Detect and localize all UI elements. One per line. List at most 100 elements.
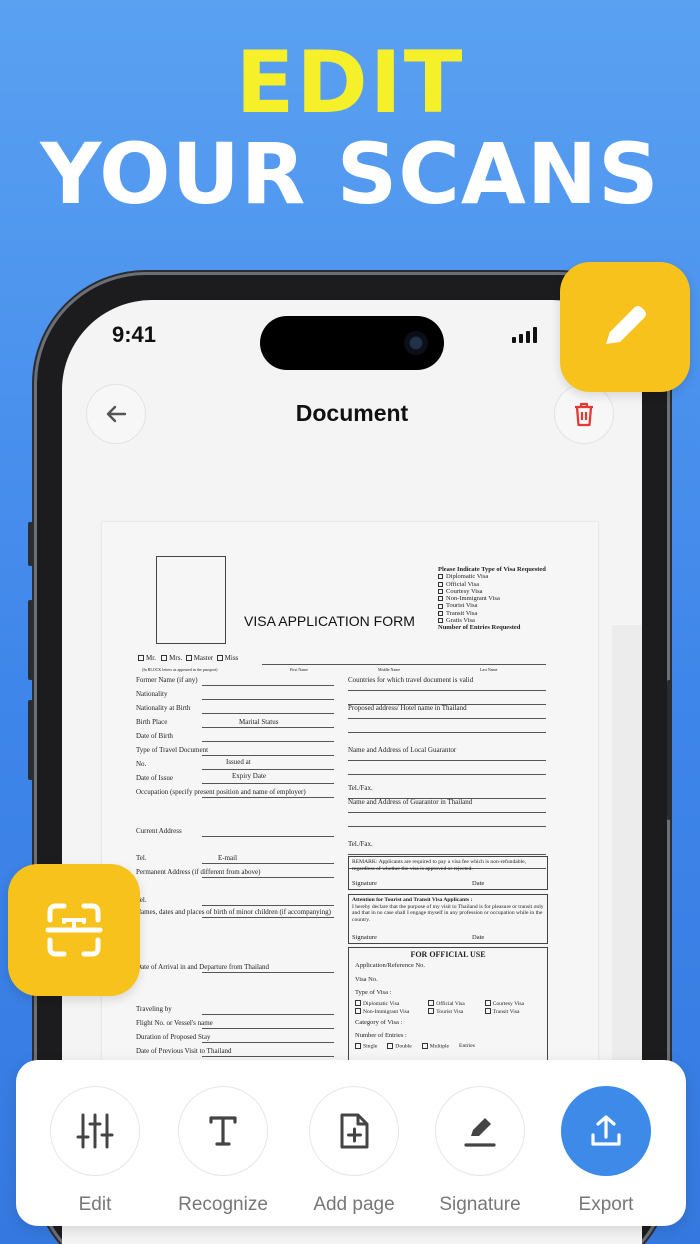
form-field-label: Date of Issue bbox=[136, 774, 173, 782]
text-icon bbox=[209, 1116, 237, 1146]
visa-type-item: Courtesy Visa bbox=[438, 588, 546, 595]
trash-icon bbox=[575, 402, 593, 427]
official-type: Tourist Visa bbox=[428, 1008, 484, 1016]
signature-button[interactable]: Signature bbox=[425, 1086, 535, 1216]
scanned-document[interactable]: VISA APPLICATION FORM Please Indicate Ty… bbox=[102, 522, 598, 1082]
visa-type-item: Tourist Visa bbox=[438, 602, 546, 609]
official-title: FOR OFFICIAL USE bbox=[410, 950, 486, 959]
official-field: Application/Reference No. bbox=[355, 962, 426, 969]
signal-icon bbox=[512, 327, 537, 343]
date-label: Date bbox=[472, 880, 485, 887]
marital-status-label: Marital Status bbox=[239, 718, 279, 726]
photo-box bbox=[156, 556, 226, 644]
visa-type-item: Non-Immigrant Visa bbox=[438, 595, 546, 602]
attention-title: Attention for Tourist and Transit Visa A… bbox=[352, 897, 473, 903]
attention-box: Attention for Tourist and Transit Visa A… bbox=[348, 894, 548, 944]
form-field-label: Date of Previous Visit to Thailand bbox=[136, 1047, 232, 1055]
edit-badge[interactable] bbox=[560, 262, 690, 392]
delete-button[interactable] bbox=[554, 384, 614, 444]
official-type: Non-Immigrant Visa bbox=[355, 1008, 428, 1016]
form-field-line bbox=[202, 685, 334, 686]
form-field-line bbox=[202, 769, 334, 770]
official-category: Category of Visa : bbox=[355, 1018, 403, 1026]
form-field-label: Birth Place bbox=[136, 718, 168, 726]
form-field-line bbox=[202, 699, 334, 700]
form-field-line bbox=[202, 741, 334, 742]
form-field-line bbox=[202, 755, 334, 756]
export-button[interactable]: Export bbox=[551, 1086, 661, 1216]
entry-option: Multiple bbox=[421, 1042, 449, 1049]
official-field: Visa No. bbox=[355, 975, 378, 983]
form-field-label: Traveling by bbox=[136, 1005, 172, 1013]
email-label: E-mail bbox=[218, 854, 238, 862]
recognize-button[interactable]: Recognize bbox=[168, 1086, 278, 1216]
signature-pen-icon bbox=[464, 1118, 496, 1147]
date-label: Date bbox=[472, 934, 485, 941]
visa-type-item: Official Visa bbox=[438, 581, 546, 588]
dynamic-island bbox=[260, 316, 444, 370]
edit-button[interactable]: Edit bbox=[40, 1086, 150, 1216]
form-field-label: Name and Address of Local Guarantor bbox=[348, 746, 457, 754]
sliders-icon bbox=[76, 1113, 114, 1149]
official-type: Diplomatic Visa bbox=[355, 1000, 428, 1008]
edit-button-circle[interactable] bbox=[50, 1086, 140, 1176]
official-entries: Number of Entries : bbox=[355, 1032, 407, 1039]
visa-type-item: Gratis Visa bbox=[438, 617, 546, 624]
form-field-label: Tel./Fax. bbox=[348, 840, 373, 848]
signature-button-circle[interactable] bbox=[435, 1086, 525, 1176]
form-field-label: Names, dates and places of birth of mino… bbox=[136, 908, 331, 916]
form-field-line bbox=[348, 812, 546, 813]
form-field-label: Date of Birth bbox=[136, 732, 173, 740]
signature-label: Signature bbox=[352, 934, 377, 941]
visa-types-heading: Please Indicate Type of Visa Requested bbox=[438, 566, 546, 573]
recognize-button-circle[interactable] bbox=[178, 1086, 268, 1176]
form-field-label: Duration of Proposed Stay bbox=[136, 1033, 211, 1041]
form-field-label: No. bbox=[136, 760, 147, 768]
add-page-button-circle[interactable] bbox=[309, 1086, 399, 1176]
form-field-line bbox=[348, 690, 546, 691]
visa-type-item: Diplomatic Visa bbox=[438, 573, 546, 580]
form-field-line bbox=[202, 972, 334, 973]
form-field-label: Nationality bbox=[136, 690, 168, 698]
form-field-line bbox=[202, 863, 334, 864]
title-options: Mr. Mrs. Master Miss bbox=[138, 654, 238, 662]
remark-text: REMARK: Applicants are required to pay a… bbox=[352, 859, 526, 872]
form-field-line bbox=[202, 713, 334, 714]
entries-requested: Number of Entries Requested bbox=[438, 624, 521, 632]
official-type: Transit Visa bbox=[484, 1008, 541, 1016]
form-field-line bbox=[348, 854, 546, 855]
form-field-line bbox=[202, 905, 334, 906]
headline-line1: EDIT bbox=[235, 33, 465, 133]
form-field-line bbox=[348, 760, 546, 761]
entry-option: Entries bbox=[459, 1042, 475, 1049]
form-field-line bbox=[202, 1056, 334, 1057]
signature-label: Signature bbox=[352, 880, 377, 887]
form-field-line bbox=[202, 783, 334, 784]
scan-badge[interactable] bbox=[8, 864, 140, 996]
attention-text: I hereby declare that the purpose of my … bbox=[352, 903, 544, 923]
export-icon bbox=[591, 1115, 621, 1146]
entry-option: Double bbox=[387, 1042, 412, 1049]
phone-power-button bbox=[667, 680, 672, 820]
pencil-icon bbox=[606, 306, 646, 344]
form-field-line bbox=[202, 1028, 334, 1029]
form-field-line bbox=[202, 877, 334, 878]
name-col: Last Name bbox=[480, 667, 498, 672]
form-field-label: Flight No. or Vessel's name bbox=[136, 1019, 213, 1027]
edit-label: Edit bbox=[78, 1194, 112, 1215]
add-page-button[interactable]: Add page bbox=[299, 1086, 409, 1216]
visa-type-item: Transit Visa bbox=[438, 610, 546, 617]
export-label: Export bbox=[578, 1194, 634, 1215]
add-page-label: Add page bbox=[313, 1194, 395, 1215]
form-field-label: Current Address bbox=[136, 827, 182, 835]
form-field-line bbox=[348, 732, 546, 733]
export-button-circle[interactable] bbox=[561, 1086, 651, 1176]
recognize-label: Recognize bbox=[178, 1194, 268, 1215]
form-title: VISA APPLICATION FORM bbox=[244, 613, 415, 629]
form-field-line bbox=[348, 826, 546, 827]
form-field-line bbox=[202, 917, 334, 918]
form-field-label: Tel. bbox=[136, 854, 147, 862]
status-time: 9:41 bbox=[112, 322, 157, 347]
camera-icon bbox=[404, 331, 428, 355]
form-field-line bbox=[202, 836, 334, 837]
